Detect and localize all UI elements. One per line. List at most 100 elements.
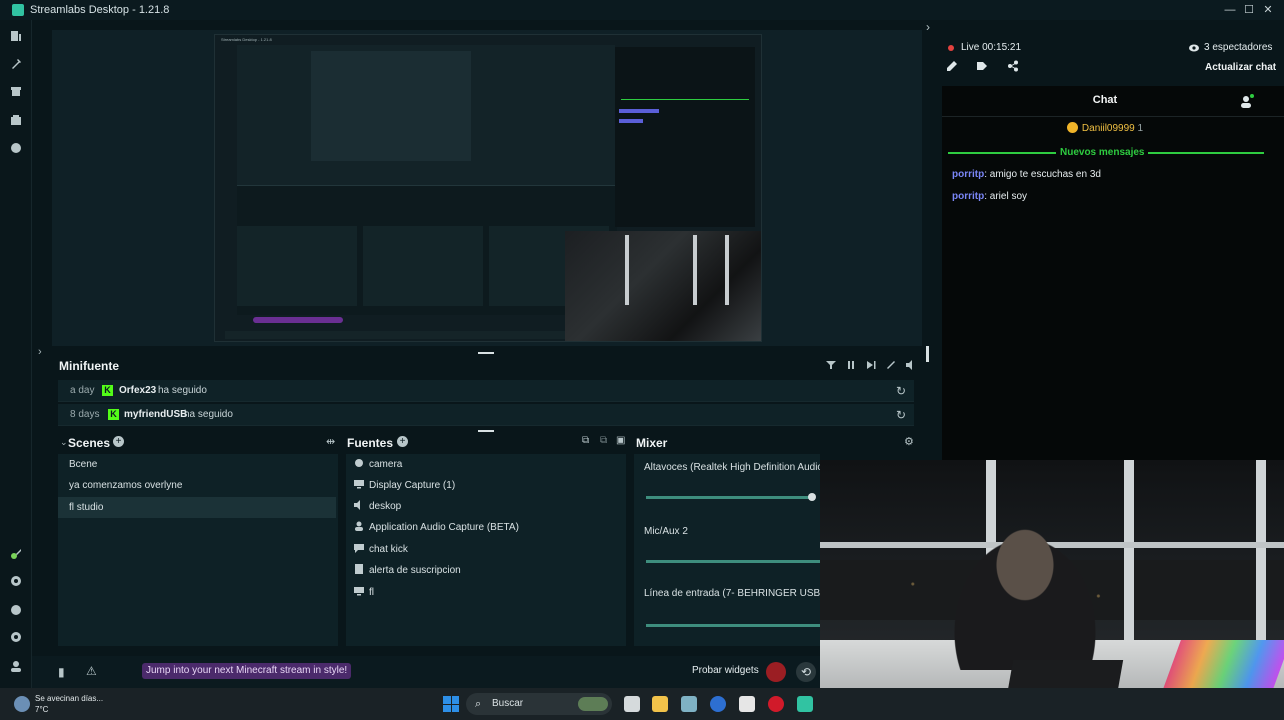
mute-alerts-icon[interactable]	[886, 360, 896, 370]
highlighter-icon[interactable]	[10, 548, 22, 560]
source-item[interactable]: chat kick	[354, 539, 408, 560]
streamlabs-window: Streamlabs Desktop - 1.21.8 — ☐ ✕ Stream…	[0, 0, 1284, 720]
mixer-panel: Altavoces (Realtek High Definition Audio…	[634, 454, 842, 646]
layout-icon[interactable]	[10, 114, 22, 126]
scene-transition-icon[interactable]: ⇹	[326, 435, 335, 448]
help-icon[interactable]	[10, 604, 22, 616]
footer-bar: ▮ ⚠ Jump into your next Minecraft stream…	[32, 656, 940, 688]
coin-icon	[1066, 122, 1078, 133]
nested-taskbar	[225, 331, 565, 339]
browser-icon[interactable]	[710, 696, 726, 712]
streamlabs-logo-icon	[12, 4, 24, 16]
source-item[interactable]: fl	[354, 582, 374, 603]
source-settings-icon[interactable]: ⧉	[582, 435, 589, 446]
chat-divider	[942, 116, 1284, 117]
sources-list: camera Display Capture (1) deskop Applic…	[346, 454, 626, 646]
promo-banner[interactable]: Jump into your next Minecraft stream in …	[142, 663, 352, 679]
pinned-user: Daniil09999	[1081, 123, 1135, 134]
chat-username[interactable]: porritp	[952, 169, 984, 180]
mixer-settings-icon[interactable]: ⚙	[904, 435, 914, 448]
scene-item[interactable]: ya comenzamos overlyne	[58, 475, 336, 496]
file-explorer-icon[interactable]	[652, 696, 668, 712]
taskbar-app-icon[interactable]	[739, 696, 755, 712]
top-supporter: Daniil09999 1	[942, 122, 1268, 134]
source-item[interactable]: deskop	[354, 496, 401, 517]
apps-icon[interactable]	[10, 142, 22, 154]
chat-username[interactable]: porritp	[952, 191, 984, 202]
chevron-down-icon[interactable]: ⌄	[60, 437, 68, 448]
test-widgets-button[interactable]: Probar widgets	[692, 665, 759, 676]
collapse-chat-icon[interactable]: ›	[926, 20, 930, 34]
preview-scrollbar[interactable]	[926, 346, 929, 362]
add-source-icon[interactable]: +	[397, 436, 408, 447]
chat-text: : amigo te escuchas en 3d	[984, 169, 1101, 180]
volume-slider[interactable]	[646, 624, 820, 627]
volume-slider[interactable]	[646, 496, 814, 499]
task-view-icon[interactable]	[624, 696, 640, 712]
streamer-image	[940, 520, 1110, 670]
volume-slider[interactable]	[646, 560, 820, 563]
alert-icon	[355, 564, 363, 574]
refresh-chat-button[interactable]: Actualizar chat	[1205, 62, 1276, 73]
folder-icon[interactable]: ▣	[616, 435, 625, 446]
taskbar-search[interactable]: ⌕ Buscar	[466, 693, 612, 715]
edit-stream-icon[interactable]	[946, 60, 958, 72]
new-messages-label: Nuevos mensajes	[1060, 147, 1145, 158]
close-button[interactable]: ✕	[1256, 2, 1280, 18]
studio-mode-icon[interactable]	[10, 575, 22, 587]
warning-icon[interactable]: ⚠	[86, 664, 97, 678]
chat-text: : ariel soy	[984, 191, 1028, 202]
share-page-icon[interactable]	[976, 60, 988, 72]
volume-slider-knob[interactable]	[808, 493, 816, 501]
source-item[interactable]: Application Audio Capture (BETA)	[354, 517, 519, 538]
viewer-count: 3 espectadores	[1204, 42, 1273, 53]
chat-users-icon[interactable]	[1240, 94, 1254, 108]
mixer-title: Mixer	[636, 436, 668, 450]
window-title: Streamlabs Desktop - 1.21.8	[30, 4, 170, 16]
chat-panel: Chat Daniil09999 1 Nuevos mensajes porri…	[942, 86, 1284, 460]
source-item[interactable]: Display Capture (1)	[354, 475, 455, 496]
repeat-alert-icon[interactable]: ↻	[896, 384, 906, 398]
weather-widget[interactable]: Se avecinan días... 7°C	[35, 693, 103, 715]
volume-icon[interactable]	[906, 360, 916, 370]
dock-resize-handle[interactable]	[478, 430, 494, 432]
filter-icon[interactable]	[826, 360, 836, 370]
themes-icon[interactable]	[10, 58, 22, 70]
windows-taskbar: Se avecinan días... 7°C ⌕ Buscar	[0, 688, 1284, 720]
scene-item[interactable]: fl studio	[58, 497, 336, 518]
editor-icon[interactable]	[10, 30, 22, 42]
settings-icon[interactable]	[10, 631, 22, 643]
chat-icon	[354, 544, 364, 553]
profile-icon[interactable]	[10, 660, 22, 672]
expand-left-icon[interactable]: ›	[38, 346, 42, 358]
source-label: deskop	[369, 501, 402, 512]
add-scene-icon[interactable]: +	[113, 436, 124, 447]
source-label: Application Audio Capture (BETA)	[369, 522, 519, 533]
record-button[interactable]	[766, 662, 786, 682]
opera-icon[interactable]	[768, 696, 784, 712]
streamlabs-taskbar-icon[interactable]	[797, 696, 813, 712]
mixer-header: Mixer ⚙	[634, 434, 918, 454]
replay-buffer-button[interactable]: ⟲	[796, 662, 816, 682]
store-icon[interactable]	[10, 85, 22, 97]
nested-preview-capture: Streamlabs Desktop - 1.21.8	[214, 34, 762, 342]
weather-icon[interactable]	[14, 696, 30, 712]
event-time: 8 days	[70, 409, 100, 420]
live-indicator-icon	[948, 45, 954, 51]
repeat-alert-icon[interactable]: ↻	[896, 408, 906, 422]
scenes-list: Bcene ya comenzamos overlyne fl studio	[58, 454, 338, 646]
skip-icon[interactable]	[866, 360, 876, 370]
hide-source-icon[interactable]: ⧉	[600, 435, 607, 446]
camera-icon	[355, 459, 363, 467]
source-item[interactable]: camera	[354, 454, 402, 475]
source-item[interactable]: alerta de suscripcion	[354, 560, 461, 581]
performance-icon[interactable]: ▮	[58, 665, 65, 679]
windows-start-icon[interactable]	[443, 696, 459, 712]
share-icon[interactable]	[1007, 60, 1019, 72]
scene-item[interactable]: Bcene	[58, 454, 336, 475]
live-timer: Live 00:15:21	[961, 42, 1022, 53]
title-bar: Streamlabs Desktop - 1.21.8 — ☐ ✕	[0, 0, 1284, 20]
taskbar-app-icon[interactable]	[681, 696, 697, 712]
search-icon: ⌕	[475, 698, 482, 710]
pause-icon[interactable]	[846, 360, 856, 370]
